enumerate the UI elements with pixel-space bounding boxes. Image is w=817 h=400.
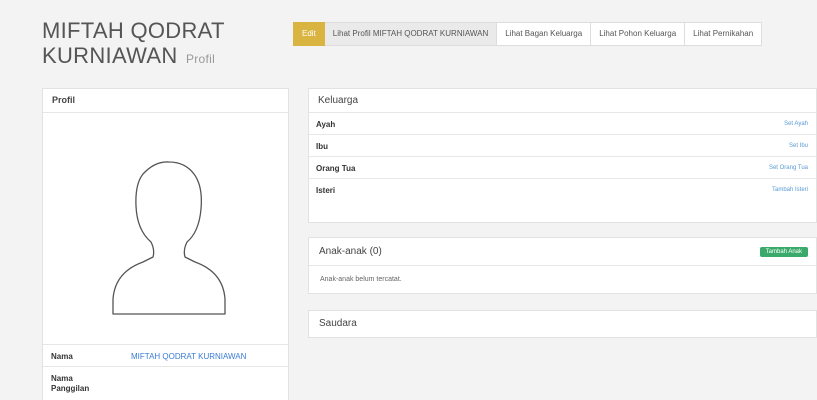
siblings-panel-title: Saudara	[319, 318, 357, 329]
family-row-mother: Ibu Set Ibu	[309, 135, 816, 157]
family-panel-title: Keluarga	[309, 89, 816, 113]
profile-field-name: Nama MIFTAH QODRAT KURNIAWAN	[43, 344, 288, 366]
field-value: MIFTAH QODRAT KURNIAWAN	[131, 352, 247, 361]
set-father-link[interactable]: Set Ayah	[784, 121, 808, 127]
profile-panel: Profil Nama MIFTAH QODRAT KURNIAWAN Nama…	[42, 88, 289, 400]
children-panel: Anak-anak (0) Tambah Anak Anak-anak belu…	[308, 237, 817, 294]
tab-family-tree[interactable]: Lihat Pohon Keluarga	[591, 22, 686, 46]
set-mother-link[interactable]: Set Ibu	[789, 143, 808, 149]
tab-family-chart[interactable]: Lihat Bagan Keluarga	[497, 22, 592, 46]
person-name-line1: MIFTAH QODRAT	[42, 18, 225, 43]
set-parents-link[interactable]: Set Orang Tua	[769, 165, 808, 171]
row-label: Ayah	[316, 120, 336, 129]
family-panel: Keluarga Ayah Set Ayah Ibu Set Ibu Orang…	[308, 88, 817, 223]
tab-view-profile[interactable]: Lihat Profil MIFTAH QODRAT KURNIAWAN	[324, 22, 498, 46]
row-label: Ibu	[316, 142, 328, 151]
page-title: MIFTAH QODRAT KURNIAWAN Profil	[42, 18, 225, 72]
family-row-father: Ayah Set Ayah	[309, 113, 816, 135]
person-name-line2: KURNIAWAN	[42, 43, 178, 68]
tab-marriage[interactable]: Lihat Pernikahan	[685, 22, 763, 46]
profile-tabs: Edit Lihat Profil MIFTAH QODRAT KURNIAWA…	[293, 22, 763, 46]
children-empty-text: Anak-anak belum tercatat.	[320, 276, 402, 283]
add-child-button[interactable]: Tambah Anak	[759, 247, 808, 257]
children-panel-title: Anak-anak (0)	[309, 238, 816, 266]
page-subtitle: Profil	[185, 52, 216, 66]
tab-edit[interactable]: Edit	[293, 22, 325, 46]
field-label: Nama	[51, 352, 73, 361]
profile-field-nickname: Nama Panggilan	[43, 366, 288, 400]
row-label: Isteri	[316, 186, 336, 195]
family-row-parents: Orang Tua Set Orang Tua	[309, 157, 816, 179]
row-label: Orang Tua	[316, 164, 356, 173]
family-row-wife: Isteri Tambah Isteri	[309, 179, 816, 201]
person-silhouette-icon	[112, 161, 226, 315]
field-label: Nama Panggilan	[51, 374, 90, 393]
profile-panel-title: Profil	[43, 89, 288, 113]
siblings-panel: Saudara	[308, 310, 817, 338]
avatar	[43, 114, 288, 342]
add-wife-link[interactable]: Tambah Isteri	[772, 187, 808, 193]
